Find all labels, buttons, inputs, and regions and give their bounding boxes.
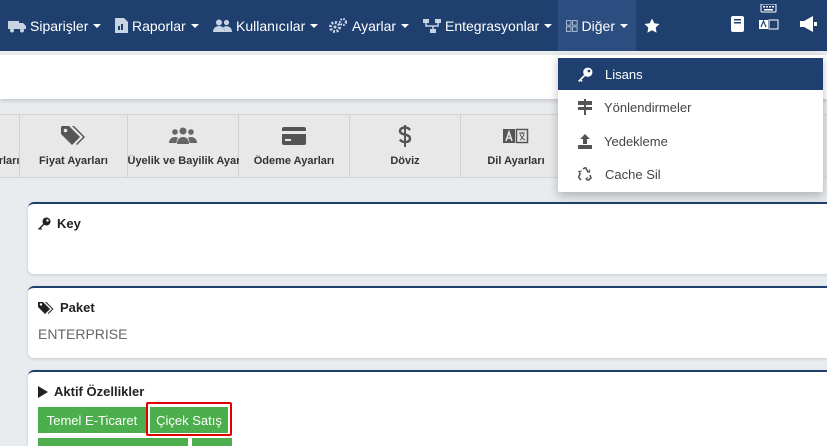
users-icon <box>169 127 197 144</box>
users-icon <box>213 19 232 32</box>
chevron-down-icon <box>620 23 628 28</box>
key-icon <box>38 217 51 230</box>
book-button[interactable] <box>731 16 744 37</box>
tab-label: Üyelik ve Bayilik Ayarları <box>127 155 239 167</box>
chevron-down-icon <box>544 23 553 28</box>
announcements-button[interactable] <box>800 16 818 37</box>
nav-raporlar[interactable]: Raporlar <box>115 0 199 51</box>
tab-label: Fiyat Ayarları <box>39 155 108 167</box>
tab-odeme-ayarlari[interactable]: Ödeme Ayarları <box>239 115 350 177</box>
feature-badge: Sayfa Düzeni (Tasarım) <box>38 438 188 446</box>
nav-entegrasyonlar[interactable]: Entegrasyonlar <box>423 0 553 51</box>
chevron-down-icon <box>93 23 102 28</box>
feature-badge: Ç... <box>192 438 232 446</box>
top-navbar: Siparişler Raporlar Kullanıcılar Ayarlar… <box>0 0 827 51</box>
menu-item-cache-sil[interactable]: Cache Sil <box>558 158 823 190</box>
card-title: Key <box>38 216 81 231</box>
favorites-button[interactable] <box>644 0 664 51</box>
menu-item-label: Cache Sil <box>605 166 661 182</box>
menu-item-lisans[interactable]: Lisans <box>558 58 823 90</box>
tab-label: Dil Ayarları <box>487 155 545 167</box>
highlight-box <box>146 402 232 436</box>
key-icon <box>578 67 593 82</box>
keyboard-language-icon <box>759 3 779 30</box>
truck-icon <box>8 20 26 32</box>
key-card: Key <box>28 202 827 274</box>
book-icon <box>731 16 744 32</box>
dollar-icon <box>398 125 412 147</box>
tab-label: Ödeme Ayarları <box>253 155 335 167</box>
nav-label: Siparişler <box>30 17 89 34</box>
nav-diger[interactable]: Diğer <box>558 0 636 51</box>
menu-item-label: Lisans <box>605 66 643 82</box>
features-title: Aktif Özellikler <box>54 384 145 399</box>
features-card: Aktif Özellikler Temel E-Ticaret Çiçek S… <box>28 370 827 446</box>
language-icon <box>503 128 529 144</box>
diger-dropdown-menu: Lisans Yönlendirmeler Yedekleme Cache Si… <box>558 55 823 192</box>
tab-fiyat-ayarlari[interactable]: Fiyat Ayarları <box>20 115 128 177</box>
nav-siparisler[interactable]: Siparişler <box>8 0 102 51</box>
nav-label: Entegrasyonlar <box>445 17 540 34</box>
paket-card: Paket ENTERPRISE <box>28 286 827 358</box>
file-chart-icon <box>115 18 128 33</box>
nav-label: Diğer <box>581 17 615 34</box>
credit-card-icon <box>282 127 306 145</box>
paket-title: Paket <box>60 300 95 315</box>
paket-value: ENTERPRISE <box>38 326 128 342</box>
sitemap-icon <box>423 18 441 33</box>
upload-icon <box>578 133 592 149</box>
feature-badge: Temel E-Ticaret <box>38 407 146 433</box>
tags-icon <box>38 302 54 314</box>
language-button[interactable] <box>758 3 780 37</box>
tab-doviz[interactable]: Döviz <box>350 115 461 177</box>
signpost-icon <box>578 99 592 115</box>
grid-icon <box>566 19 578 32</box>
menu-item-label: Yedekleme <box>604 133 668 149</box>
tags-icon <box>60 126 85 145</box>
bullhorn-icon <box>800 16 817 32</box>
tab-ayarlari[interactable]: ayarları <box>0 115 20 177</box>
menu-item-yedekleme[interactable]: Yedekleme <box>558 125 823 157</box>
nav-label: Ayarlar <box>352 17 397 34</box>
nav-label: Raporlar <box>132 17 186 34</box>
menu-item-yonlendirmeler[interactable]: Yönlendirmeler <box>558 91 823 123</box>
nav-label: Kullanıcılar <box>236 17 306 34</box>
tab-label: Döviz <box>390 155 420 167</box>
nav-ayarlar[interactable]: Ayarlar <box>329 0 410 51</box>
chevron-down-icon <box>401 23 410 28</box>
star-icon <box>644 18 660 33</box>
tab-uyelik-bayilik[interactable]: Üyelik ve Bayilik Ayarları <box>128 115 239 177</box>
menu-item-label: Yönlendirmeler <box>604 99 692 115</box>
chevron-down-icon <box>190 23 199 28</box>
card-title: Paket <box>38 300 95 315</box>
recycle-icon <box>578 166 592 181</box>
play-icon <box>38 385 48 398</box>
card-title: Aktif Özellikler <box>38 384 144 399</box>
key-title: Key <box>57 216 81 231</box>
gears-icon <box>329 18 348 33</box>
tab-dil-ayarlari[interactable]: Dil Ayarları <box>461 115 572 177</box>
chevron-down-icon <box>310 23 319 28</box>
tab-label: ayarları <box>0 155 20 167</box>
nav-kullanicilar[interactable]: Kullanıcılar <box>213 0 319 51</box>
